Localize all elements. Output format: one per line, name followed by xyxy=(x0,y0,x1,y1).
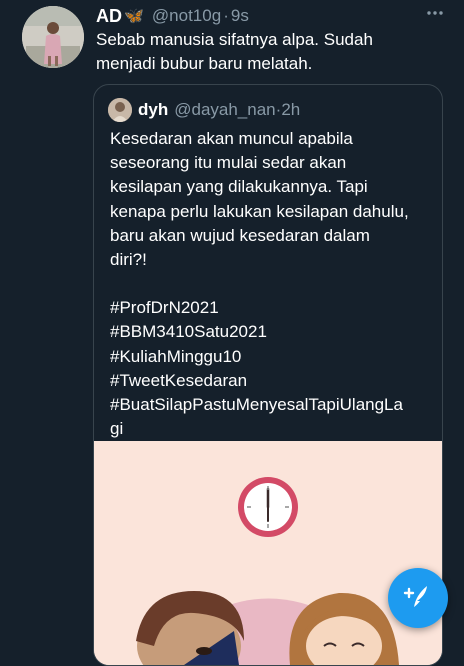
author-handle[interactable]: @not10g xyxy=(152,6,221,26)
quoted-tweet-text: Kesedaran akan muncul apabila seseorang … xyxy=(110,127,430,441)
quoted-tweet-timestamp: 2h xyxy=(281,100,301,119)
quoted-text-line: seseorang itu mulai sedar akan xyxy=(110,153,347,173)
tweet-timestamp[interactable]: 9s xyxy=(231,6,249,26)
quoted-text-line: Kesedaran akan muncul apabila xyxy=(110,129,353,148)
tweet-header: AD 🦋 @not10g · 9s xyxy=(96,4,444,28)
hashtag-line[interactable]: #KuliahMinggu10 xyxy=(110,345,430,369)
quoted-text-line: diri?! xyxy=(110,250,147,270)
hashtag-line[interactable]: #ProfDrN2021 xyxy=(110,296,430,320)
hashtag-line[interactable]: #BuatSilapPastuMenyesalTapiUlangLa xyxy=(110,393,430,417)
quoted-text-line xyxy=(110,272,430,296)
quoted-tweet-header: dyh @dayah_nan · 2h xyxy=(108,97,300,123)
butterfly-emoji: 🦋 xyxy=(124,8,144,25)
author-name[interactable]: AD xyxy=(96,6,122,27)
tweet-text-line: menjadi bubur baru melatah. xyxy=(96,54,313,73)
clock-illustration xyxy=(238,477,298,537)
hashtag-line[interactable]: gi xyxy=(110,417,430,441)
author-avatar[interactable] xyxy=(22,6,84,68)
quoted-text-line: kesilapan yang dilakukannya. Tapi xyxy=(110,177,368,197)
more-horizontal-icon[interactable] xyxy=(426,4,444,27)
compose-tweet-button[interactable] xyxy=(388,568,448,628)
quoted-text-line: kenapa perlu lakukan kesilapan dahulu, xyxy=(110,201,409,221)
quoted-author-handle: @dayah_nan xyxy=(174,100,276,119)
compose-tweet-icon xyxy=(403,581,433,616)
quoted-author-name: dyh xyxy=(138,100,169,119)
hashtag-line[interactable]: #BBM3410Satu2021 xyxy=(110,320,430,344)
tweet-text: Sebab manusia sifatnya alpa. Sudah menja… xyxy=(96,28,436,76)
tweet-text-line: Sebab manusia sifatnya alpa. Sudah xyxy=(96,30,373,49)
hashtag-line[interactable]: #TweetKesedaran xyxy=(110,369,430,393)
quoted-author-avatar xyxy=(108,98,132,122)
quoted-tweet[interactable]: dyh @dayah_nan · 2h Kesedaran akan muncu… xyxy=(93,84,443,666)
quoted-tweet-image[interactable] xyxy=(94,441,442,665)
separator-dot: · xyxy=(223,6,229,25)
quoted-text-line: baru akan wujud kesedaran dalam xyxy=(110,225,370,245)
